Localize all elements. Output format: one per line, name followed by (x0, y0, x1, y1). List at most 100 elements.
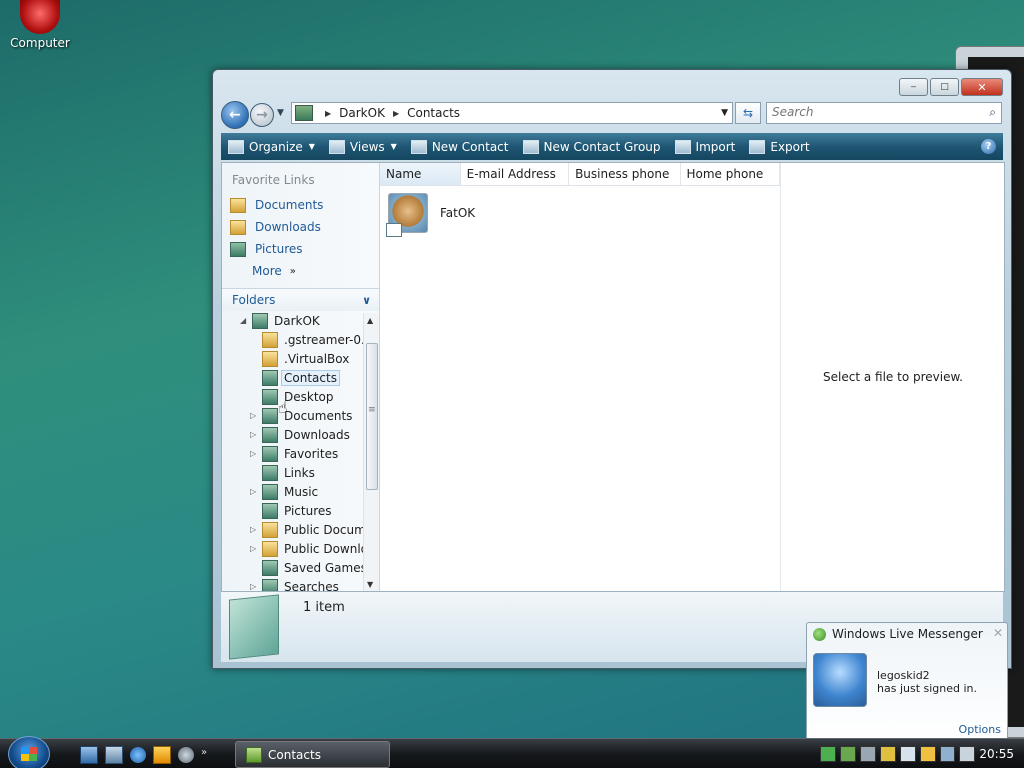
internet-explorer-icon[interactable] (130, 747, 146, 763)
contacts-folder-icon (246, 746, 262, 763)
quick-launch: » (80, 746, 207, 764)
folder-icon (230, 219, 246, 235)
chevron-down-icon: ▼ (390, 142, 397, 151)
pictures-icon (230, 241, 246, 257)
folder-tree-scrollbar[interactable]: ▲ ≡ ▼ (363, 313, 379, 591)
tree-item-contacts[interactable]: Contacts (262, 368, 340, 387)
start-button[interactable] (8, 736, 50, 768)
new-contact-group-icon (522, 139, 539, 154)
help-button[interactable]: ? (974, 133, 1003, 160)
export-icon (749, 139, 766, 154)
tree-item-virtualbox[interactable]: .VirtualBox (262, 349, 349, 368)
refresh-button[interactable]: ⇆ (735, 102, 761, 124)
window-tray-icon[interactable] (899, 746, 916, 762)
new-contact-icon (410, 139, 427, 154)
network-status-icon[interactable] (939, 746, 956, 762)
scroll-down-icon[interactable]: ▼ (367, 580, 373, 589)
update-tray-icon[interactable] (919, 746, 936, 762)
command-bar: Organize ▼ Views ▼ New Contact New Contact… (221, 133, 1003, 160)
tree-item-documents[interactable]: ▷ Documents (250, 406, 352, 425)
desktop-icon-computer[interactable]: Computer (8, 0, 72, 50)
preview-text: Select a file to preview. (823, 370, 963, 384)
media-player-icon[interactable] (153, 746, 171, 764)
messenger-options-link[interactable]: Options (959, 723, 1001, 736)
messenger-tray-icon[interactable] (820, 746, 836, 762)
column-header-email[interactable]: E-mail Address (461, 163, 570, 185)
favorite-links-more[interactable]: More» (252, 261, 296, 281)
contacts-folder-icon (262, 369, 278, 386)
expand-icon[interactable]: ▷ (250, 582, 260, 591)
computer-icon (20, 0, 60, 34)
import-button[interactable]: Import (668, 133, 743, 160)
switch-windows-icon[interactable] (105, 746, 123, 764)
tree-item-searches[interactable]: ▷ Searches (250, 577, 339, 591)
favorite-link-pictures[interactable]: Pictures (230, 239, 303, 259)
column-header-home-phone[interactable]: Home phone (681, 163, 780, 185)
messenger-notification[interactable]: Windows Live Messenger ✕ legoskid2 has j… (806, 622, 1008, 740)
tree-item-pictures[interactable]: Pictures (262, 501, 332, 520)
address-dropdown-icon[interactable]: ▼ (721, 108, 728, 118)
search-box[interactable]: ⌕ (766, 102, 1002, 124)
maximize-button[interactable]: □ (930, 78, 959, 96)
mouse-cursor-icon: ☝ (278, 398, 288, 417)
clock[interactable]: 20:55 (979, 747, 1014, 761)
folder-icon (262, 331, 278, 348)
tree-item-public-downloads[interactable]: ▷Public Downloads (250, 539, 363, 558)
security-tray-icon[interactable] (879, 746, 896, 762)
expand-icon[interactable]: ▷ (250, 525, 260, 534)
downloads-folder-icon (262, 426, 278, 443)
column-header-business-phone[interactable]: Business phone (569, 163, 681, 185)
favorite-link-documents[interactable]: Documents (230, 195, 323, 215)
views-button[interactable]: Views ▼ (322, 133, 404, 160)
expand-icon[interactable]: ▷ (250, 487, 260, 496)
tree-item-public-documents[interactable]: ▷Public Documents (250, 520, 363, 539)
breadcrumb-separator-icon[interactable]: ▶ (325, 109, 331, 118)
breadcrumb-contacts[interactable]: Contacts (407, 106, 460, 120)
new-contact-group-button[interactable]: New Contact Group (516, 133, 668, 160)
folders-header[interactable]: Folders ∨ (222, 288, 379, 311)
show-desktop-icon[interactable] (80, 746, 98, 764)
tree-item-gstreamer[interactable]: .gstreamer-0.10 (262, 330, 363, 349)
collapse-icon[interactable]: ◢ (240, 316, 250, 325)
tree-item-darkok[interactable]: ◢ DarkOK (240, 311, 320, 330)
forward-button[interactable]: → (250, 103, 274, 127)
tree-item-music[interactable]: ▷ Music (250, 482, 318, 501)
expand-icon[interactable]: ▷ (250, 449, 260, 458)
quick-launch-app-icon[interactable] (178, 747, 194, 763)
expand-icon[interactable]: ▷ (250, 430, 260, 439)
column-headers: Name E-mail Address Business phone Home … (380, 163, 780, 186)
device-tray-icon[interactable] (859, 746, 876, 762)
contact-item[interactable]: FatOK (386, 193, 475, 237)
scroll-up-icon[interactable]: ▲ (367, 316, 373, 325)
recent-pages-dropdown[interactable]: ▼ (277, 108, 284, 118)
breadcrumb-separator-icon[interactable]: ▶ (393, 109, 399, 118)
address-bar[interactable]: ▶ DarkOK ▶ Contacts ▼ (291, 102, 733, 124)
taskbar-button-label: Contacts (268, 747, 321, 762)
tree-item-saved-games[interactable]: Saved Games (262, 558, 363, 577)
expand-icon[interactable]: ▷ (250, 544, 260, 553)
search-icon[interactable]: ⌕ (989, 105, 996, 120)
tree-item-downloads[interactable]: ▷ Downloads (250, 425, 350, 444)
network-tray-icon[interactable] (839, 746, 856, 762)
volume-icon[interactable] (959, 746, 976, 762)
back-button[interactable]: ← (221, 101, 249, 129)
tree-item-favorites[interactable]: ▷ Favorites (250, 444, 338, 463)
close-icon[interactable]: ✕ (993, 626, 1003, 640)
breadcrumb-darkok[interactable]: DarkOK (339, 106, 385, 120)
favorite-link-downloads[interactable]: Downloads (230, 217, 321, 237)
folder-icon (262, 350, 278, 367)
views-icon (328, 139, 345, 154)
organize-button[interactable]: Organize ▼ (221, 133, 322, 160)
expand-icon[interactable]: ▷ (250, 411, 260, 420)
scrollbar-thumb[interactable] (366, 343, 378, 490)
tree-item-desktop[interactable]: Desktop (262, 387, 334, 406)
close-button[interactable]: ✕ (961, 78, 1003, 96)
search-input[interactable] (767, 103, 977, 121)
tree-item-links[interactable]: Links (262, 463, 315, 482)
column-header-name[interactable]: Name (380, 163, 461, 185)
taskbar-button-contacts[interactable]: Contacts (235, 741, 390, 768)
export-button[interactable]: Export (742, 133, 816, 160)
minimize-button[interactable]: ‒ (899, 78, 928, 96)
double-chevron-right-icon[interactable]: » (201, 747, 207, 763)
new-contact-button[interactable]: New Contact (404, 133, 516, 160)
